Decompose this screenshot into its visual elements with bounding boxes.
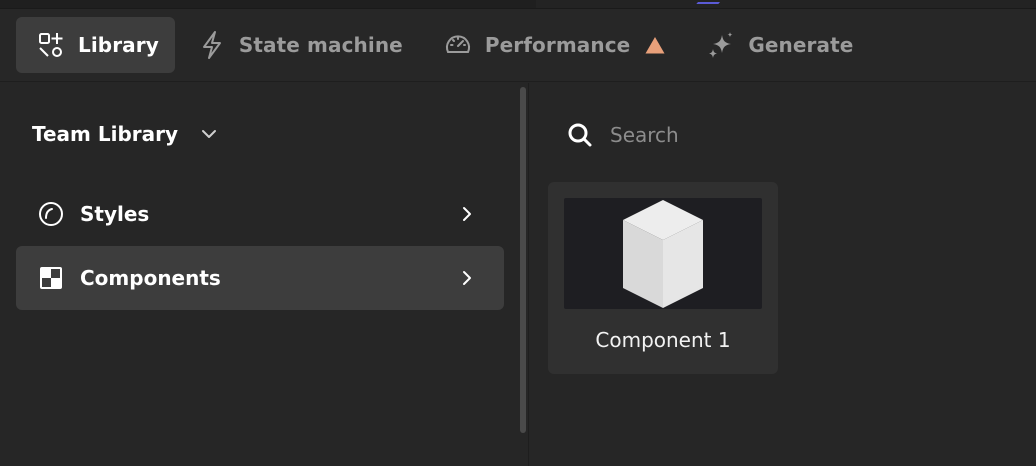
component-thumbnail: [564, 198, 762, 309]
search-icon: [568, 123, 592, 147]
sidebar-item-label: Styles: [80, 202, 150, 226]
chevron-right-icon: [463, 271, 471, 285]
tab-bar: Library State machine Performance Genera…: [0, 9, 1036, 82]
chevron-right-icon: [463, 207, 471, 221]
tab-label: State machine: [238, 33, 403, 57]
gauge-icon: [443, 30, 473, 60]
tab-label: Library: [78, 33, 159, 57]
warning-triangle-icon: [645, 37, 665, 54]
library-selector-label: Team Library: [32, 122, 179, 146]
sparkle-icon: [706, 30, 736, 60]
components-panel: Component 1: [530, 83, 1036, 466]
top-strip: [0, 0, 1036, 9]
tab-label: Performance: [484, 33, 631, 57]
chevron-down-icon: [202, 130, 217, 138]
components-grid-icon: [40, 267, 62, 289]
tab-library[interactable]: Library: [16, 17, 175, 73]
tab-state-machine[interactable]: State machine: [177, 17, 421, 73]
sidebar-scrollbar[interactable]: [520, 87, 526, 433]
library-shapes-icon: [36, 30, 66, 60]
top-strip-segment: [536, 0, 1036, 8]
styles-circle-icon: [39, 202, 63, 226]
lightning-icon: [197, 30, 227, 60]
tab-performance[interactable]: Performance: [423, 17, 685, 73]
search-input[interactable]: [610, 123, 990, 147]
sidebar-item-label: Components: [80, 266, 221, 290]
search-bar: [566, 121, 990, 149]
cube-icon: [623, 199, 703, 308]
app-window: Library State machine Performance Genera…: [0, 0, 1036, 466]
sidebar-item-components[interactable]: Components: [16, 246, 504, 310]
component-name: Component 1: [595, 328, 731, 352]
sidebar-item-styles[interactable]: Styles: [16, 182, 504, 246]
library-sidebar: Team Library Styles Components: [0, 83, 529, 466]
tab-generate[interactable]: Generate: [686, 17, 871, 73]
tab-label: Generate: [748, 33, 854, 57]
library-selector[interactable]: Team Library: [32, 119, 220, 149]
component-card[interactable]: Component 1: [548, 182, 778, 374]
top-strip-accent: [696, 0, 722, 4]
